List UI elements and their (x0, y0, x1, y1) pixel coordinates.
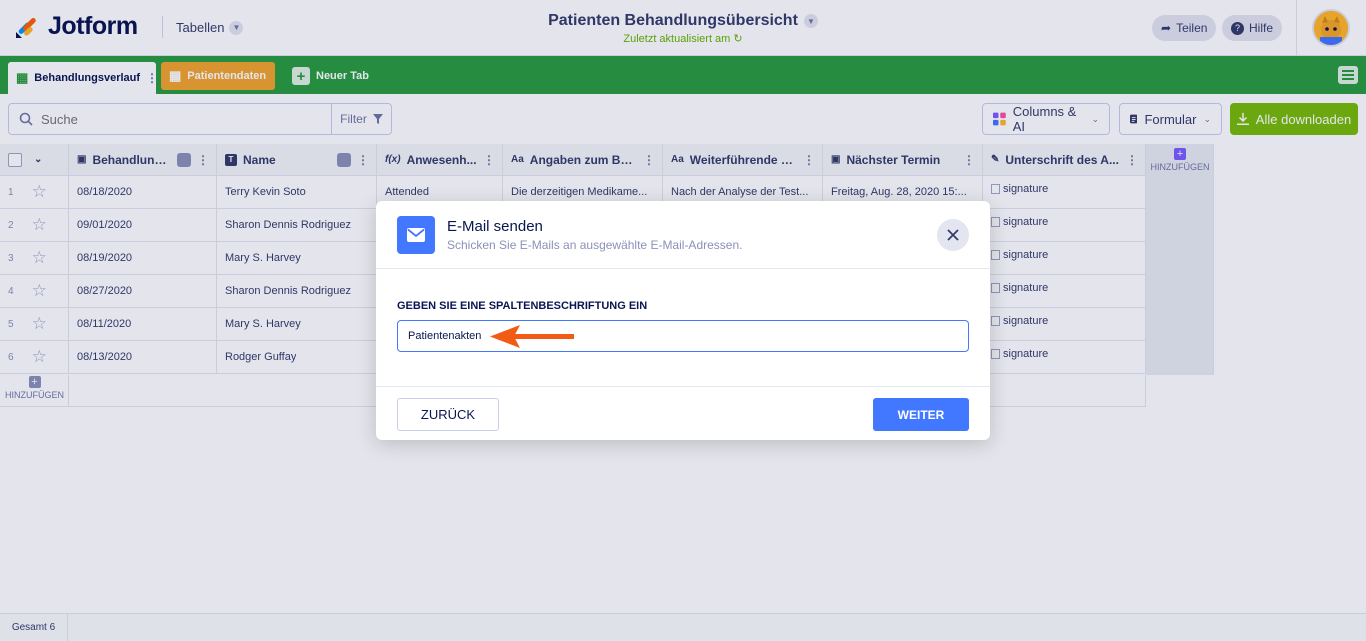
column-label-input[interactable] (397, 320, 969, 352)
dialog-subtitle: Schicken Sie E-Mails an ausgewählte E-Ma… (447, 238, 743, 252)
annotation-arrow-icon (490, 325, 574, 348)
next-button[interactable]: WEITER (873, 398, 969, 431)
close-button[interactable] (937, 219, 969, 251)
back-button[interactable]: ZURÜCK (397, 398, 499, 431)
dialog-footer: ZURÜCK WEITER (376, 386, 990, 440)
close-icon (947, 229, 959, 241)
dialog-title: E-Mail senden (447, 218, 543, 235)
send-email-dialog: E-Mail senden Schicken Sie E-Mails an au… (376, 201, 990, 440)
column-label-field-label: GEBEN SIE EINE SPALTENBESCHRIFTUNG EIN (397, 300, 648, 312)
mail-icon (397, 216, 435, 254)
dialog-header: E-Mail senden Schicken Sie E-Mails an au… (376, 201, 990, 269)
